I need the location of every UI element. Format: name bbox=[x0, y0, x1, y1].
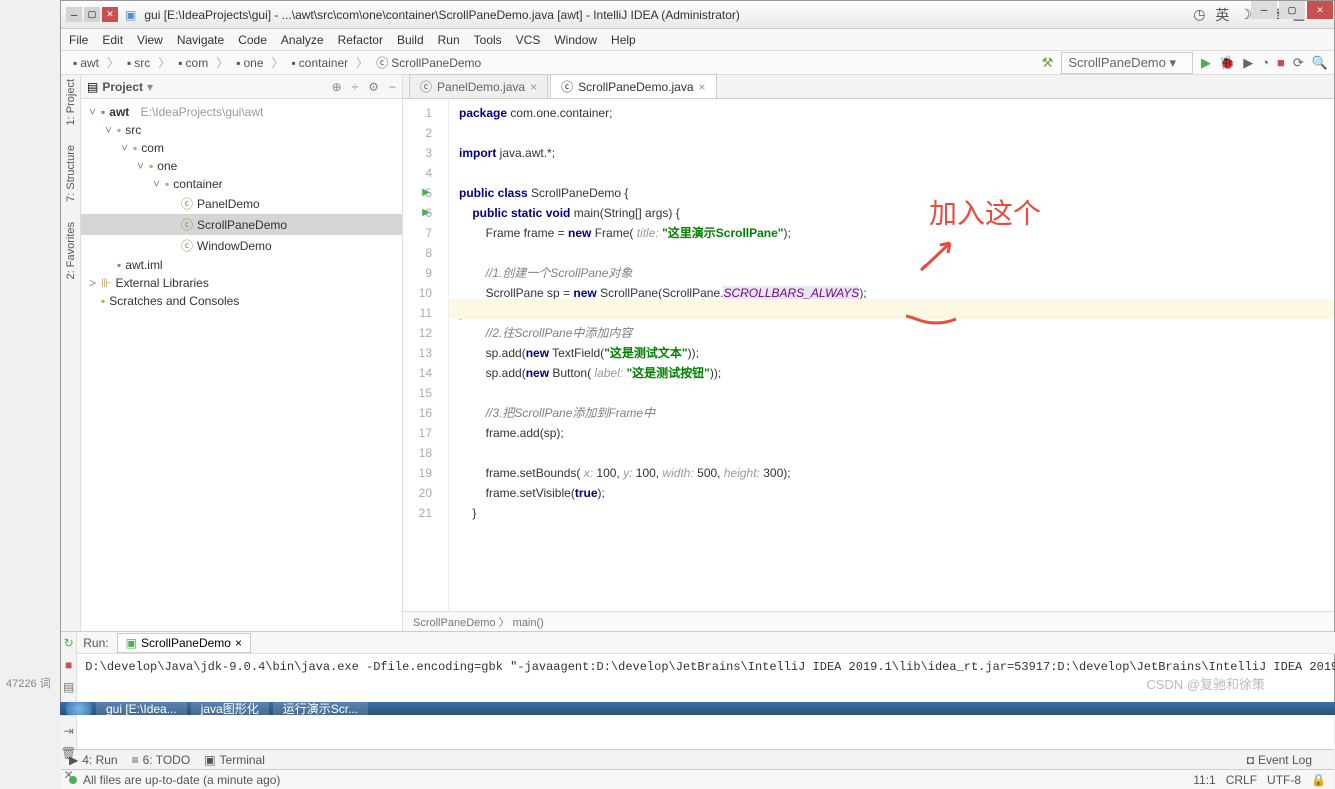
tool-project[interactable]: 1: Project bbox=[65, 79, 77, 125]
encoding[interactable]: UTF-8 bbox=[1267, 773, 1301, 787]
tab-paneldemo[interactable]: ⓒPanelDemo.java× bbox=[409, 74, 548, 98]
layout-icon[interactable]: ▤ bbox=[63, 680, 74, 694]
lock-icon[interactable]: 🔒 bbox=[1311, 773, 1326, 787]
bottom-run[interactable]: ▶ 4: Run bbox=[69, 753, 118, 767]
breadcrumb[interactable]: ▪awt〉 ▪src〉 ▪com〉 ▪one〉 ▪container〉 ⓒScr… bbox=[67, 52, 487, 73]
tree-selected-file[interactable]: ⓒScrollPaneDemo bbox=[81, 214, 402, 235]
left-tool-strip: 1: Project 7: Structure 2: Favorites bbox=[61, 75, 81, 631]
menu-edit[interactable]: Edit bbox=[102, 33, 123, 47]
menu-navigate[interactable]: Navigate bbox=[177, 33, 224, 47]
run-label: Run: bbox=[83, 636, 108, 650]
menu-view[interactable]: View bbox=[137, 33, 163, 47]
tab-scrollpanedemo[interactable]: ⓒScrollPaneDemo.java× bbox=[550, 74, 716, 98]
menubar: File Edit View Navigate Code Analyze Ref… bbox=[61, 29, 1334, 51]
tool-structure[interactable]: 7: Structure bbox=[65, 145, 77, 202]
taskbar-item[interactable]: java图形化 bbox=[191, 702, 269, 715]
editor: ⓒPanelDemo.java× ⓒScrollPaneDemo.java× 1… bbox=[403, 75, 1334, 631]
stop-icon[interactable]: ■ bbox=[1277, 55, 1285, 70]
menu-analyze[interactable]: Analyze bbox=[281, 33, 324, 47]
window-title: gui [E:\IdeaProjects\gui] - ...\awt\src\… bbox=[144, 8, 740, 22]
taskbar-item[interactable]: 运行演示Scr... bbox=[273, 702, 368, 715]
debug-icon[interactable]: 🐞 bbox=[1219, 55, 1235, 71]
os-maximize-button[interactable]: ▢ bbox=[1279, 1, 1305, 19]
close-icon[interactable]: × bbox=[699, 80, 706, 94]
project-tree[interactable]: ˅▪awt E:\IdeaProjects\gui\awt ˅▪src ˅▪co… bbox=[81, 99, 402, 631]
lang-indicator[interactable]: 英 bbox=[1215, 5, 1229, 25]
editor-breadcrumb[interactable]: ScrollPaneDemo 〉 main() bbox=[403, 611, 1334, 631]
update-icon[interactable]: ⟳ bbox=[1293, 55, 1304, 71]
menu-vcs[interactable]: VCS bbox=[516, 33, 541, 47]
menu-code[interactable]: Code bbox=[238, 33, 267, 47]
minimize-button[interactable]: ─ bbox=[66, 7, 82, 22]
build-icon[interactable]: ⚒ bbox=[1042, 55, 1054, 71]
stop-icon[interactable]: ■ bbox=[65, 658, 72, 672]
os-minimize-button[interactable]: ─ bbox=[1251, 1, 1277, 19]
start-button[interactable] bbox=[66, 702, 92, 715]
profile-icon[interactable]: ◔ bbox=[1261, 55, 1269, 70]
close-button[interactable]: ✕ bbox=[102, 7, 118, 22]
project-sidebar: ▤ Project ▾ ⊕ ÷ ⚙ − ˅▪awt E:\IdeaProject… bbox=[81, 75, 403, 631]
close-icon[interactable]: × bbox=[530, 80, 537, 94]
run-icon[interactable]: ▶ bbox=[1201, 55, 1211, 71]
menu-file[interactable]: File bbox=[69, 33, 88, 47]
taskbar-item[interactable]: gui [E:\Idea... bbox=[96, 702, 187, 715]
titlebar: ─ ▢ ✕ ▣ gui [E:\IdeaProjects\gui] - ...\… bbox=[61, 1, 1334, 29]
bottom-toolbar: ▶ 4: Run ≡ 6: TODO ▣ Terminal ◘ Event Lo… bbox=[61, 749, 1334, 769]
editor-tabs: ⓒPanelDemo.java× ⓒScrollPaneDemo.java× bbox=[403, 75, 1334, 99]
menu-build[interactable]: Build bbox=[397, 33, 424, 47]
status-message: All files are up-to-date (a minute ago) bbox=[83, 773, 280, 787]
run-tab[interactable]: ▣ScrollPaneDemo× bbox=[117, 633, 251, 653]
coverage-icon[interactable]: ▶ bbox=[1243, 55, 1253, 71]
status-indicator-icon bbox=[69, 776, 77, 784]
taskbar[interactable]: gui [E:\Idea... java图形化 运行演示Scr... bbox=[60, 702, 1335, 715]
statusbar: All files are up-to-date (a minute ago) … bbox=[61, 769, 1334, 789]
tool-favorites[interactable]: 2: Favorites bbox=[65, 222, 77, 279]
rerun-icon[interactable]: ↻ bbox=[64, 636, 74, 650]
run-panel: ↻ ■ ▤ 📷 ⇥ 🗑 ✕ Run: ▣ScrollPaneDemo× D:\d… bbox=[61, 631, 1334, 749]
bottom-terminal[interactable]: ▣ Terminal bbox=[204, 753, 265, 767]
bottom-eventlog[interactable]: ◘ Event Log bbox=[1247, 753, 1312, 767]
menu-window[interactable]: Window bbox=[554, 33, 597, 47]
run-config-selector[interactable]: ScrollPaneDemo ▾ bbox=[1061, 52, 1193, 74]
line-gutter[interactable]: 12345▶6▶789101112131415161718192021 bbox=[403, 99, 449, 611]
caret-position[interactable]: 11:1 bbox=[1193, 773, 1215, 787]
os-close-button[interactable]: ✕ bbox=[1307, 1, 1333, 19]
word-counter: 47226 词 bbox=[6, 675, 51, 691]
bottom-todo[interactable]: ≡ 6: TODO bbox=[132, 753, 191, 767]
code-area[interactable]: package com.one.container; import java.a… bbox=[449, 99, 1334, 611]
menu-refactor[interactable]: Refactor bbox=[338, 33, 383, 47]
exit-icon[interactable]: ⇥ bbox=[64, 724, 74, 738]
project-panel-title: Project bbox=[102, 80, 143, 94]
sidebar-gear-icon[interactable]: ⚙ bbox=[368, 80, 379, 94]
line-separator[interactable]: CRLF bbox=[1226, 773, 1257, 787]
watermark: CSDN @复驰和徐策 bbox=[1146, 674, 1265, 693]
sidebar-collapse-icon[interactable]: ⊕ bbox=[332, 80, 342, 94]
sidebar-target-icon[interactable]: ÷ bbox=[352, 80, 359, 94]
search-icon[interactable]: 🔍 bbox=[1312, 55, 1328, 71]
menu-run[interactable]: Run bbox=[438, 33, 460, 47]
maximize-button[interactable]: ▢ bbox=[84, 7, 100, 22]
menu-help[interactable]: Help bbox=[611, 33, 636, 47]
clock-icon[interactable]: ◷ bbox=[1193, 6, 1205, 23]
menu-tools[interactable]: Tools bbox=[474, 33, 502, 47]
navbar: ▪awt〉 ▪src〉 ▪com〉 ▪one〉 ▪container〉 ⓒScr… bbox=[61, 51, 1334, 75]
sidebar-hide-icon[interactable]: − bbox=[389, 80, 396, 94]
